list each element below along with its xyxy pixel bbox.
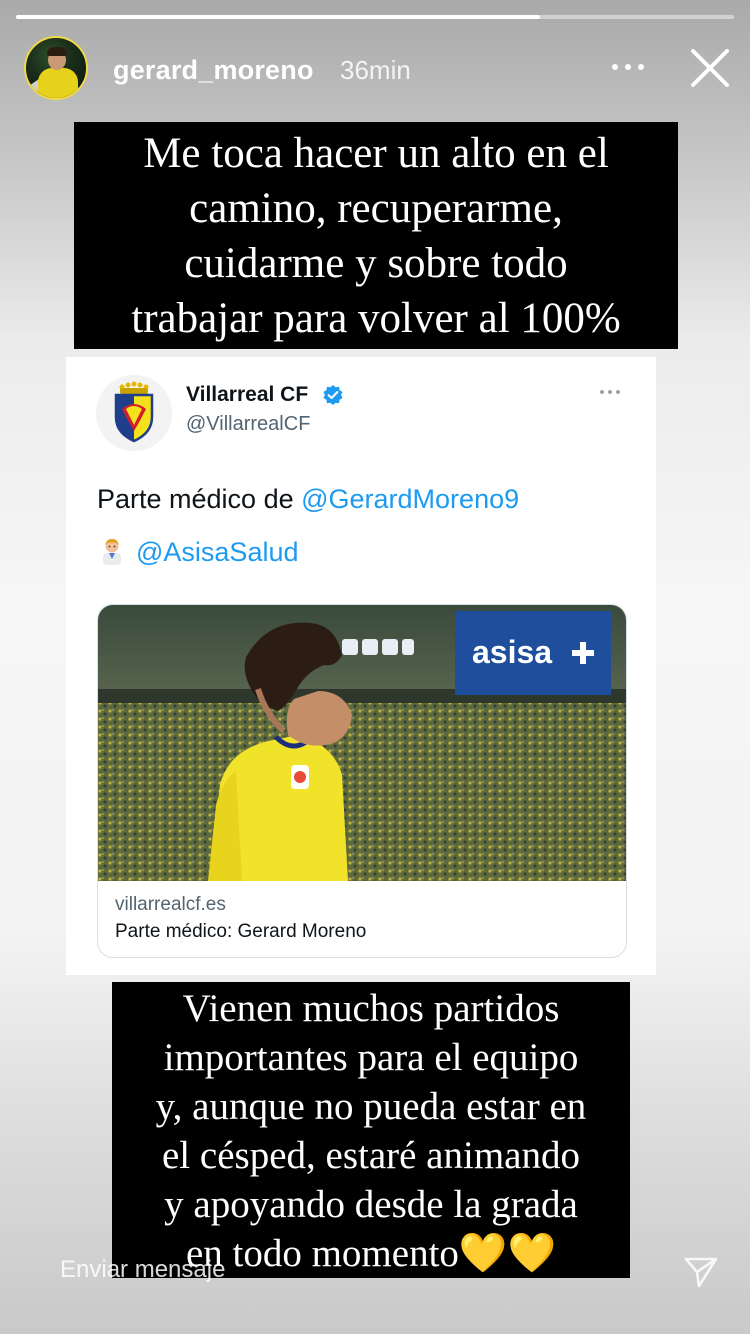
account-handle[interactable]: @VillarrealCF	[186, 413, 310, 436]
doctor-emoji-icon	[100, 537, 124, 572]
avatar[interactable]	[24, 36, 88, 100]
mention-link[interactable]: @AsisaSalud	[136, 537, 299, 567]
link-preview-image[interactable]: asisa	[98, 605, 626, 881]
username[interactable]: gerard_moreno	[113, 55, 314, 86]
bottom-caption: Vienen muchos partidos importantes para …	[112, 982, 630, 1278]
caption-line: Vienen muchos partidos	[182, 987, 560, 1030]
tweet-text-prefix: Parte médico de	[97, 484, 302, 514]
message-input[interactable]: Enviar mensaje	[60, 1256, 640, 1296]
more-icon[interactable]	[612, 60, 648, 74]
club-logo[interactable]	[96, 375, 172, 451]
caption-line: Me toca hacer un alto en el	[143, 130, 609, 177]
verified-icon	[323, 385, 343, 405]
link-preview-card[interactable]: asisa villarrealcf.es Parte médico: Gera…	[97, 604, 627, 958]
send-icon[interactable]	[683, 1254, 719, 1290]
post-time: 36min	[340, 55, 411, 85]
caption-line: camino, recuperarme,	[189, 185, 563, 232]
caption-line: trabajar para volver al 100%	[131, 295, 621, 342]
svg-text:asisa: asisa	[472, 634, 552, 670]
tweet-more-icon[interactable]	[600, 390, 622, 396]
close-icon[interactable]	[688, 46, 732, 90]
mention-link[interactable]: @GerardMoreno9	[301, 484, 519, 514]
tweet-text: Parte médico de @GerardMoreno9	[97, 484, 519, 515]
top-caption: Me toca hacer un alto en el camino, recu…	[74, 122, 678, 349]
caption-line: cuidarme y sobre todo	[184, 240, 568, 287]
account-name[interactable]: Villarreal CF	[186, 383, 308, 407]
caption-line: el césped, estaré animando	[162, 1134, 580, 1177]
tweet-card[interactable]: Villarreal CF @VillarrealCF Parte médico…	[66, 357, 656, 975]
link-domain: villarrealcf.es	[115, 894, 226, 915]
link-title: Parte médico: Gerard Moreno	[115, 921, 367, 942]
caption-line: importantes para el equipo	[163, 1036, 579, 1079]
tweet-text-line2: @AsisaSalud	[100, 537, 299, 572]
story-progress-bar	[16, 15, 734, 19]
caption-line: y apoyando desde la grada	[164, 1183, 578, 1226]
caption-line: y, aunque no pueda estar en	[155, 1085, 587, 1128]
story-progress-fill	[16, 15, 541, 19]
